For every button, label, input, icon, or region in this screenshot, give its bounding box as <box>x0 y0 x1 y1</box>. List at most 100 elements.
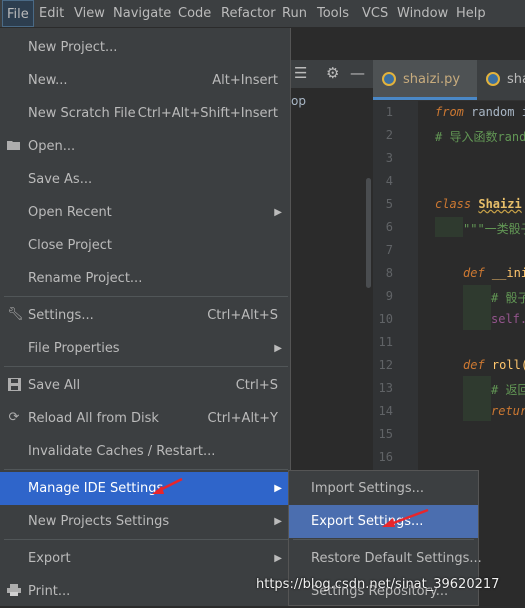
menu-navigate[interactable]: Navigate <box>109 0 175 27</box>
line-number: 3 <box>385 151 393 165</box>
menu-item-file-properties[interactable]: File Properties ▶ <box>0 332 290 365</box>
watermark-url: https://blog.csdn.net/sinat_39620217 <box>256 577 500 592</box>
wrench-icon: 🔧︎ <box>7 307 24 322</box>
line-number: 5 <box>385 197 393 211</box>
menu-item-label: Save All <box>28 378 81 393</box>
submenu-arrow-icon: ▶ <box>274 207 282 218</box>
keyword: class <box>435 197 472 211</box>
menu-item-label: Open Recent <box>28 205 112 220</box>
menu-code[interactable]: Code <box>174 0 215 27</box>
submenu-item-import-settings[interactable]: Import Settings... <box>289 472 478 505</box>
menu-item-new-projects-settings[interactable]: New Projects Settings ▶ <box>0 505 290 538</box>
python-file-icon <box>382 72 396 86</box>
line-number: 9 <box>385 289 393 303</box>
line-number: 11 <box>378 335 393 349</box>
line-number: 8 <box>385 266 393 280</box>
line-number: 6 <box>385 220 393 234</box>
menu-item-rename-project[interactable]: Rename Project... <box>0 262 290 295</box>
menu-item-label: Manage IDE Settings <box>28 481 164 496</box>
menu-item-save-all[interactable]: Save All Ctrl+S <box>0 369 290 402</box>
function-name: roll( <box>491 358 525 372</box>
code-text: random i <box>463 105 525 119</box>
line-number: 1 <box>385 105 393 119</box>
annotation-arrow-icon <box>382 508 429 527</box>
code-line-10: self. <box>491 312 525 326</box>
shortcut-label: Ctrl+Alt+Shift+Insert <box>137 106 278 121</box>
line-number: 15 <box>378 427 393 441</box>
menu-item-new-project[interactable]: New Project... <box>0 31 290 64</box>
menu-window[interactable]: Window <box>393 0 452 27</box>
printer-icon <box>7 584 21 598</box>
line-number: 13 <box>378 381 393 395</box>
menu-item-settings[interactable]: 🔧︎ Settings... Ctrl+Alt+S <box>0 299 290 332</box>
menu-vcs[interactable]: VCS <box>358 0 392 27</box>
line-number: 12 <box>378 358 393 372</box>
menu-item-invalidate-caches[interactable]: Invalidate Caches / Restart... <box>0 435 290 468</box>
menu-separator <box>4 296 288 297</box>
submenu-arrow-icon: ▶ <box>274 483 282 494</box>
code-line-5: class Shaizi <box>435 197 522 211</box>
folder-icon <box>7 139 21 153</box>
menu-item-open[interactable]: Open... <box>0 130 290 163</box>
python-file-icon <box>486 72 500 86</box>
submenu-arrow-icon: ▶ <box>274 343 282 354</box>
menu-item-label: New Project... <box>28 40 118 55</box>
gear-icon[interactable]: ⚙ <box>326 64 339 82</box>
menu-item-label: Print... <box>28 584 71 599</box>
menu-tools[interactable]: Tools <box>313 0 353 27</box>
menu-item-label: Rename Project... <box>28 271 143 286</box>
menu-file[interactable]: File <box>2 0 34 27</box>
keyword: def <box>463 358 485 372</box>
project-tree-fragment: op <box>291 94 306 108</box>
code-line-7: def __ini <box>463 266 525 280</box>
menu-item-label: Export <box>28 551 71 566</box>
menu-item-print[interactable]: Print... <box>0 575 290 608</box>
submenu-arrow-icon: ▶ <box>274 553 282 564</box>
menu-item-new[interactable]: New... Alt+Insert <box>0 64 290 97</box>
menu-item-label: Invalidate Caches / Restart... <box>28 444 216 459</box>
menu-item-label: New Scratch File <box>28 106 136 121</box>
menu-refactor[interactable]: Refactor <box>217 0 280 27</box>
menu-item-save-as[interactable]: Save As... <box>0 163 290 196</box>
tab-label: shai <box>507 72 525 87</box>
menu-separator <box>4 469 288 470</box>
menu-view[interactable]: View <box>70 0 109 27</box>
submenu-item-restore-defaults[interactable]: Restore Default Settings... <box>289 542 482 575</box>
menu-item-new-scratch-file[interactable]: New Scratch File Ctrl+Alt+Shift+Insert <box>0 97 290 130</box>
class-name: Shaizi <box>478 197 522 211</box>
project-scrollbar[interactable] <box>366 178 371 288</box>
menu-bar: File Edit View Navigate Code Refactor Ru… <box>0 0 525 28</box>
menu-item-export[interactable]: Export ▶ <box>0 542 290 575</box>
menu-item-label: New... <box>28 73 68 88</box>
menu-item-reload-all[interactable]: ⟳ Reload All from Disk Ctrl+Alt+Y <box>0 402 290 435</box>
save-icon <box>7 378 21 392</box>
menu-item-close-project[interactable]: Close Project <box>0 229 290 262</box>
menu-item-manage-ide-settings[interactable]: Manage IDE Settings ▶ <box>0 472 290 505</box>
menu-item-open-recent[interactable]: Open Recent ▶ <box>0 196 290 229</box>
sort-icon[interactable]: ☰ <box>294 64 307 82</box>
line-number: 10 <box>378 312 393 326</box>
menu-edit[interactable]: Edit <box>35 0 68 27</box>
code-line-12: def roll( <box>463 358 525 372</box>
menu-item-label: Open... <box>28 139 76 154</box>
code-line-9: # 骰子 <box>491 291 525 305</box>
indent-guide <box>463 376 491 421</box>
menu-run[interactable]: Run <box>278 0 311 27</box>
shortcut-label: Ctrl+Alt+Y <box>207 411 278 426</box>
menu-help[interactable]: Help <box>452 0 490 27</box>
project-toolbar: ☰ ⚙ — <box>288 60 373 88</box>
editor-tabs: shaizi.py shai <box>373 60 525 101</box>
code-line-6: """一类骰子 <box>463 222 525 236</box>
menu-item-label: Save As... <box>28 172 93 187</box>
code-line-1: from random i <box>435 105 525 119</box>
line-number: 16 <box>378 450 393 464</box>
line-number: 2 <box>385 128 393 142</box>
menu-item-label: Close Project <box>28 238 113 253</box>
minimize-icon[interactable]: — <box>350 64 365 82</box>
code-line-13: # 返回 <box>491 383 525 397</box>
submenu-arrow-icon: ▶ <box>274 516 282 527</box>
code-line-14: retur <box>491 404 525 418</box>
tab-shaizi[interactable]: shaizi.py <box>373 60 477 100</box>
menu-item-label: Restore Default Settings... <box>311 551 482 566</box>
tab-shai[interactable]: shai <box>477 60 525 100</box>
